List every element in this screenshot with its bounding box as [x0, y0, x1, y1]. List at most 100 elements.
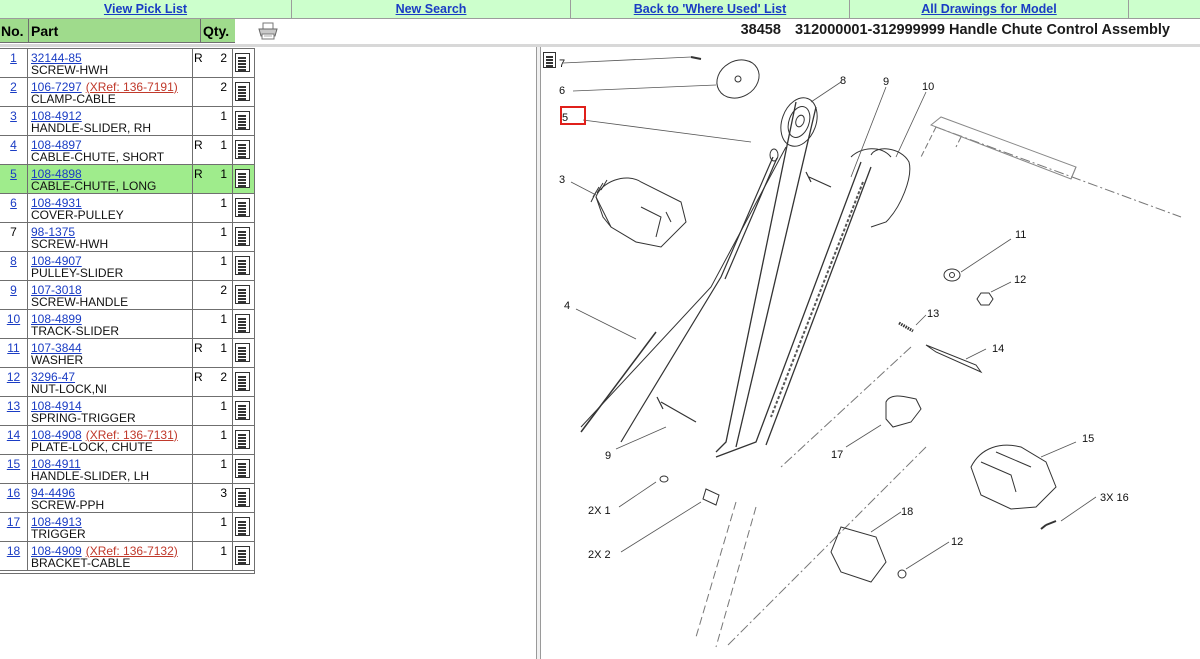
replacement-flag: R [194, 167, 203, 181]
table-row: 9 107-3018 SCREW-HANDLE 2 [0, 281, 254, 310]
document-icon[interactable] [235, 256, 251, 276]
table-row: 11 107-3844 WASHER R 1 [0, 339, 254, 368]
item-number-link[interactable]: 2 [10, 80, 17, 94]
col-header-no: No. [0, 19, 29, 43]
document-icon[interactable] [235, 343, 251, 363]
cell-no: 17 [0, 513, 28, 541]
item-number-link[interactable]: 13 [7, 399, 20, 413]
document-icon[interactable] [235, 285, 251, 305]
cell-qty: 1 [204, 426, 233, 454]
diagram-drawing: 7 6 5 8 9 10 3 11 12 4 13 14 9 17 15 3X … [559, 56, 1182, 648]
item-number-link[interactable]: 17 [7, 515, 20, 529]
callout-7[interactable]: 7 [559, 58, 565, 70]
cell-qty: 1 [204, 542, 233, 570]
cell-no: 13 [0, 397, 28, 425]
cell-no: 1 [0, 49, 28, 77]
callout-6[interactable]: 6 [559, 85, 565, 97]
document-icon[interactable] [235, 517, 251, 537]
callout-8[interactable]: 8 [840, 75, 846, 87]
item-number-link[interactable]: 4 [10, 138, 17, 152]
page-title: 38458 312000001-312999999 Handle Chute C… [731, 19, 1170, 43]
document-icon[interactable] [235, 169, 251, 189]
item-number-link[interactable]: 18 [7, 544, 20, 558]
callout-14[interactable]: 14 [992, 343, 1004, 355]
item-number-link[interactable]: 14 [7, 428, 20, 442]
item-number-link[interactable]: 9 [10, 283, 17, 297]
cell-part: 108-4907 PULLEY-SLIDER [29, 252, 193, 280]
printer-icon[interactable] [258, 22, 278, 40]
document-icon[interactable] [235, 140, 251, 160]
item-number-link[interactable]: 6 [10, 196, 17, 210]
item-number-link[interactable]: 12 [7, 370, 20, 384]
document-icon[interactable] [235, 314, 251, 334]
exploded-diagram: 7 6 5 8 9 10 3 11 12 4 13 14 9 17 15 3X … [541, 47, 1200, 659]
callout-4[interactable]: 4 [564, 300, 570, 312]
table-row: 4 108-4897 CABLE-CHUTE, SHORT R 1 [0, 136, 254, 165]
part-description: SCREW-PPH [31, 498, 105, 512]
cell-part: 94-4496 SCREW-PPH [29, 484, 193, 512]
callout-12b[interactable]: 12 [951, 536, 963, 548]
document-icon[interactable] [235, 53, 251, 73]
callout-1[interactable]: 2X 1 [588, 505, 611, 517]
parts-table: 1 32144-85 SCREW-HWH R 2 2 106-7297 (XRef: 136-… [0, 48, 255, 574]
col-header-qty: Qty. [201, 19, 235, 43]
part-description: SCREW-HWH [31, 237, 109, 251]
document-icon[interactable] [235, 459, 251, 479]
cell-qty: 1 [204, 397, 233, 425]
callout-17[interactable]: 17 [831, 449, 843, 461]
cell-qty: 2 [204, 281, 233, 309]
table-row: 12 3296-47 NUT-LOCK,NI R 2 [0, 368, 254, 397]
item-number-link[interactable]: 3 [10, 109, 17, 123]
item-number-link[interactable]: 5 [10, 167, 17, 181]
cell-qty: 1 [204, 223, 233, 251]
callout-18[interactable]: 18 [901, 506, 913, 518]
cell-no: 3 [0, 107, 28, 135]
item-number-link[interactable]: 1 [10, 51, 17, 65]
cell-qty: 1 [204, 339, 233, 367]
cell-qty: 1 [204, 136, 233, 164]
table-row: 13 108-4914 SPRING-TRIGGER 1 [0, 397, 254, 426]
cell-no: 6 [0, 194, 28, 222]
document-icon[interactable] [235, 430, 251, 450]
item-number-link[interactable]: 8 [10, 254, 17, 268]
callout-3[interactable]: 3 [559, 174, 565, 186]
document-icon[interactable] [235, 198, 251, 218]
callout-9b[interactable]: 9 [605, 450, 611, 462]
callout-10[interactable]: 10 [922, 81, 934, 93]
part-description: HANDLE-SLIDER, LH [31, 469, 150, 483]
view-pick-list-link[interactable]: View Pick List [0, 0, 292, 19]
callout-9[interactable]: 9 [883, 76, 889, 88]
item-number-link[interactable]: 16 [7, 486, 20, 500]
callout-16[interactable]: 3X 16 [1100, 492, 1129, 504]
table-row: 7 98-1375 SCREW-HWH 1 [0, 223, 254, 252]
document-icon[interactable] [235, 546, 251, 566]
callout-2[interactable]: 2X 2 [588, 549, 611, 561]
item-number-link[interactable]: 15 [7, 457, 20, 471]
item-number-link[interactable]: 10 [7, 312, 20, 326]
callout-13[interactable]: 13 [927, 308, 939, 320]
cell-part: 32144-85 SCREW-HWH [29, 49, 193, 77]
replacement-flag: R [194, 370, 203, 384]
table-row: 1 32144-85 SCREW-HWH R 2 [0, 49, 254, 78]
where-used-link[interactable]: Back to 'Where Used' List [571, 0, 850, 19]
cell-no: 16 [0, 484, 28, 512]
cell-qty: 1 [204, 252, 233, 280]
document-icon[interactable] [235, 401, 251, 421]
replacement-flag: R [194, 51, 203, 65]
part-description: HANDLE-SLIDER, RH [31, 121, 152, 135]
callout-11[interactable]: 11 [1015, 229, 1026, 241]
callout-15[interactable]: 15 [1082, 433, 1094, 445]
document-icon[interactable] [235, 82, 251, 102]
callout-12[interactable]: 12 [1014, 274, 1026, 286]
document-icon[interactable] [235, 488, 251, 508]
document-icon[interactable] [235, 227, 251, 247]
document-icon[interactable] [235, 372, 251, 392]
document-icon[interactable] [235, 111, 251, 131]
cell-part: 108-4914 SPRING-TRIGGER [29, 397, 193, 425]
cell-qty: 2 [204, 78, 233, 106]
part-description: COVER-PULLEY [31, 208, 124, 222]
new-search-link[interactable]: New Search [292, 0, 571, 19]
all-drawings-link[interactable]: All Drawings for Model [850, 0, 1129, 19]
callout-5[interactable]: 5 [562, 112, 568, 124]
item-number-link[interactable]: 11 [7, 341, 19, 355]
